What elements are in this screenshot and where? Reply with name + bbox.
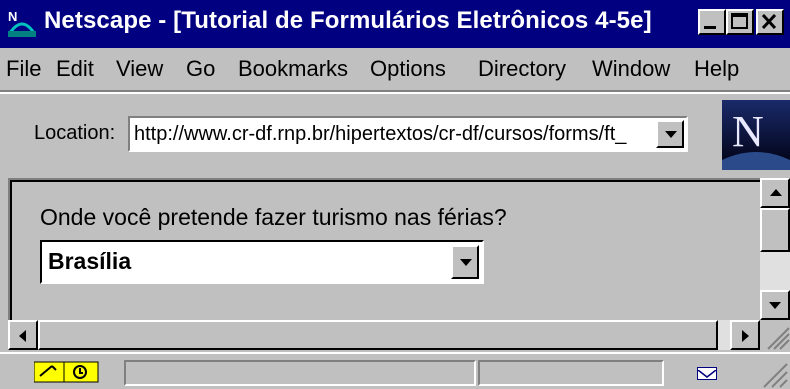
menu-edit[interactable]: Edit (56, 56, 94, 82)
scroll-down-button[interactable] (760, 290, 790, 320)
chevron-down-icon (665, 131, 677, 138)
scroll-left-button[interactable] (8, 320, 38, 350)
logo-letter: N (732, 107, 764, 156)
location-input[interactable]: http://www.cr-df.rnp.br/hipertextos/cr-d… (128, 116, 688, 152)
arrow-up-icon (770, 189, 782, 196)
horizontal-scroll-thumb[interactable] (38, 320, 718, 350)
selected-option[interactable]: Brasília (48, 248, 131, 275)
mail-icon[interactable] (697, 367, 717, 380)
minimize-button[interactable] (698, 9, 726, 35)
netscape-app-icon[interactable]: N (6, 7, 38, 39)
status-message-cell (124, 360, 476, 386)
minimize-icon (704, 26, 716, 29)
menu-view[interactable]: View (116, 56, 163, 82)
maximize-button[interactable] (726, 9, 754, 35)
scroll-up-button[interactable] (760, 178, 790, 208)
status-progress-cell (478, 360, 664, 386)
netscape-logo[interactable]: N (722, 100, 790, 170)
menu-go[interactable]: Go (186, 56, 215, 82)
select-dropdown-button[interactable] (451, 245, 479, 279)
location-label: Location: (34, 122, 116, 144)
title-bar[interactable]: N Netscape - [Tutorial de Formulários El… (0, 0, 790, 48)
menu-bar: File Edit View Go Bookmarks Options Dire… (0, 48, 790, 92)
scroll-right-button[interactable] (730, 320, 760, 350)
menu-file[interactable]: File (6, 56, 41, 82)
resize-grip[interactable] (754, 358, 788, 388)
status-security[interactable] (33, 360, 102, 384)
chevron-down-icon (460, 259, 472, 266)
page-content: Onde você pretende fazer turismo nas fér… (8, 178, 760, 320)
vertical-scroll-thumb[interactable] (760, 208, 790, 252)
location-url[interactable]: http://www.cr-df.rnp.br/hipertextos/cr-d… (134, 123, 626, 146)
close-button[interactable] (756, 9, 784, 35)
menu-help[interactable]: Help (694, 56, 739, 82)
close-icon (761, 13, 777, 30)
scrollbar-corner (760, 320, 790, 350)
maximize-icon (731, 13, 748, 29)
menu-window[interactable]: Window (592, 56, 670, 82)
arrow-right-icon (742, 330, 749, 342)
menu-directory[interactable]: Directory (478, 56, 566, 82)
arrow-left-icon (19, 330, 26, 342)
location-dropdown-button[interactable] (656, 120, 684, 148)
svg-text:N: N (8, 9, 17, 24)
destination-select[interactable]: Brasília (40, 240, 484, 284)
menu-bookmarks[interactable]: Bookmarks (238, 56, 348, 82)
horizontal-scrollbar[interactable] (8, 320, 760, 350)
form-question: Onde você pretende fazer turismo nas fér… (40, 204, 507, 230)
status-bar (0, 352, 790, 389)
browser-window: N Netscape - [Tutorial de Formulários El… (0, 0, 790, 389)
window-title: Netscape - [Tutorial de Formulários Elet… (44, 7, 652, 34)
location-toolbar: Location: http://www.cr-df.rnp.br/hipert… (0, 92, 790, 176)
security-key-icon (33, 361, 99, 383)
arrow-down-icon (769, 302, 781, 309)
vertical-scrollbar[interactable] (760, 178, 790, 320)
menu-options[interactable]: Options (370, 56, 446, 82)
